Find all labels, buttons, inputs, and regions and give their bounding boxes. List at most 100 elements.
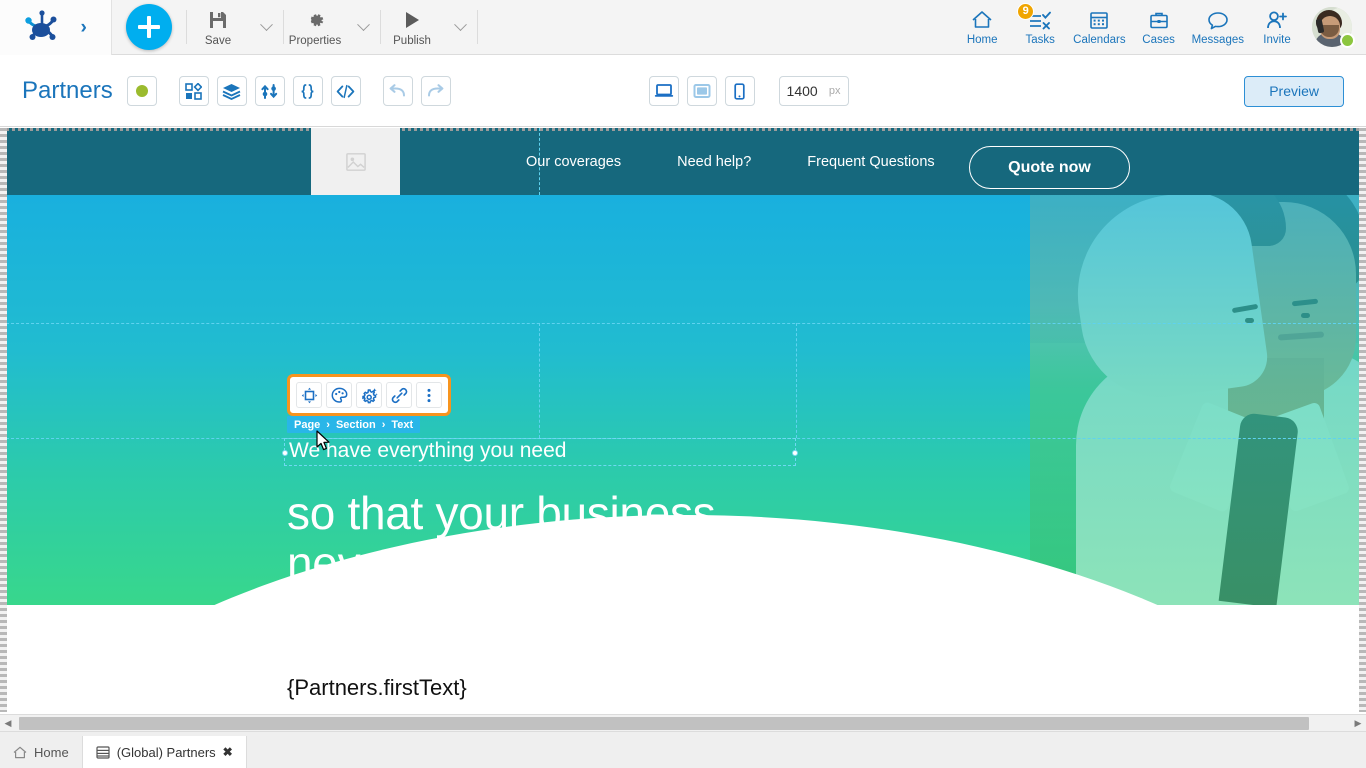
add-zone <box>112 0 186 55</box>
properties-label: Properties <box>288 34 342 47</box>
page-title: Partners <box>22 77 113 104</box>
properties-dropdown-caret[interactable] <box>346 0 380 55</box>
page-status-button[interactable] <box>126 76 157 106</box>
page-toolbar: Partners 1400 px Preview <box>0 56 1366 127</box>
hero-photo <box>1030 195 1366 605</box>
preview-button[interactable]: Preview <box>1244 75 1344 107</box>
redo-button[interactable] <box>420 76 451 106</box>
undo-button[interactable] <box>382 76 413 106</box>
nav-messages-label: Messages <box>1191 33 1244 46</box>
hero-headline-line2: never stops <box>287 537 522 589</box>
move-widget-button[interactable] <box>296 382 322 408</box>
horizontal-scrollbar[interactable]: ◀ ▶ <box>0 714 1366 731</box>
briefcase-icon <box>1148 9 1170 32</box>
top-nav: Home 9 Tasks Calendars Cases Messages In… <box>953 0 1366 55</box>
add-new-button[interactable] <box>126 4 172 50</box>
scrollbar-track[interactable] <box>16 715 1350 732</box>
save-label: Save <box>204 34 232 47</box>
mobile-icon <box>733 82 746 100</box>
expressions-button[interactable] <box>292 76 323 106</box>
canvas-width-value: 1400 <box>786 83 818 99</box>
publish-button[interactable]: Publish <box>381 0 443 55</box>
hero-headline[interactable]: so that your business never stops <box>287 488 716 589</box>
tab-global-partners-label: (Global) Partners <box>116 744 216 760</box>
status-online-indicator <box>1340 33 1355 48</box>
more-options-button[interactable] <box>416 382 442 408</box>
publish-dropdown-caret[interactable] <box>443 0 477 55</box>
tab-home[interactable]: Home <box>0 736 82 768</box>
resize-handle-right[interactable] <box>792 450 798 456</box>
tab-global-partners[interactable]: (Global) Partners ✖ <box>81 736 247 768</box>
curly-braces-icon <box>299 83 316 100</box>
widgets-button[interactable] <box>178 76 209 106</box>
home-icon <box>970 9 994 32</box>
properties-button[interactable]: Properties <box>284 0 346 55</box>
breadcrumb: Page › Section › Text <box>287 416 421 433</box>
mouse-cursor-icon <box>316 430 331 452</box>
site-nav: Our coverages Need help? Frequent Questi… <box>526 128 991 195</box>
breadcrumb-section[interactable]: Section <box>336 419 376 431</box>
site-nav-link-3[interactable]: Frequent Questions <box>807 154 934 170</box>
main-toolbar: › Save Properties Publish Home 9 Tasks C… <box>0 0 1366 55</box>
save-group: Save <box>187 0 283 55</box>
avatar[interactable] <box>1312 7 1355 48</box>
publish-group: Publish <box>381 0 477 55</box>
resize-handle-left[interactable] <box>282 450 288 456</box>
layers-button[interactable] <box>216 76 247 106</box>
nav-messages[interactable]: Messages <box>1188 0 1248 55</box>
nav-invite-label: Invite <box>1263 33 1291 46</box>
nav-calendars[interactable]: Calendars <box>1069 0 1129 55</box>
move-resize-icon <box>301 387 318 404</box>
link-button[interactable] <box>386 382 412 408</box>
quote-now-button[interactable]: Quote now <box>969 146 1130 189</box>
form-icon <box>96 745 110 759</box>
nav-invite[interactable]: Invite <box>1248 0 1306 55</box>
tab-close-icon[interactable]: ✖ <box>223 745 233 759</box>
design-canvas[interactable]: Our coverages Need help? Frequent Questi… <box>0 128 1366 712</box>
gear-icon <box>304 8 326 32</box>
breadcrumb-text[interactable]: Text <box>391 419 413 431</box>
save-button[interactable]: Save <box>187 0 249 55</box>
tab-home-label: Home <box>34 744 69 760</box>
canvas-left-edge <box>0 128 7 712</box>
canvas-width-input[interactable]: 1400 px <box>778 76 849 106</box>
site-logo-placeholder[interactable] <box>311 128 400 195</box>
breadcrumb-separator-2: › <box>381 418 386 431</box>
scroll-right-arrow-icon[interactable]: ▶ <box>1350 715 1366 732</box>
home-outline-icon <box>13 746 27 759</box>
expand-panel-icon[interactable]: › <box>80 18 86 37</box>
code-button[interactable] <box>330 76 361 106</box>
site-nav-link-2[interactable]: Need help? <box>677 154 751 170</box>
link-icon <box>391 387 408 404</box>
redo-arrow-icon <box>426 83 445 99</box>
device-mobile[interactable] <box>724 76 755 106</box>
nav-cases[interactable]: Cases <box>1130 0 1188 55</box>
template-variables-block[interactable]: {Partners.firstText} {Partners.secondTex… <box>287 671 502 712</box>
horizontal-guide-top <box>6 323 1366 324</box>
bottom-tabbar: Home (Global) Partners ✖ <box>0 731 1366 768</box>
style-button[interactable] <box>326 382 352 408</box>
device-desktop[interactable] <box>648 76 679 106</box>
breadcrumb-page[interactable]: Page <box>294 419 320 431</box>
nav-tasks[interactable]: 9 Tasks <box>1011 0 1069 55</box>
layers-icon <box>222 83 241 100</box>
save-dropdown-caret[interactable] <box>249 0 283 55</box>
device-preview-group: 1400 px <box>648 76 849 106</box>
canvas-right-edge <box>1359 128 1366 712</box>
device-tablet[interactable] <box>686 76 717 106</box>
person-add-icon <box>1265 9 1289 32</box>
breadcrumb-separator-1: › <box>326 418 330 431</box>
calendar-icon <box>1088 9 1110 32</box>
data-button[interactable] <box>254 76 285 106</box>
scroll-left-arrow-icon[interactable]: ◀ <box>0 715 16 732</box>
tasks-badge: 9 <box>1017 2 1035 20</box>
bizagi-logo-icon <box>24 10 60 44</box>
nav-home-label: Home <box>966 33 998 46</box>
play-icon <box>401 8 423 32</box>
variable-first-text: {Partners.firstText} <box>287 675 467 700</box>
settings-button[interactable] <box>356 382 382 408</box>
nav-home[interactable]: Home <box>953 0 1011 55</box>
site-nav-link-1[interactable]: Our coverages <box>526 154 621 170</box>
properties-group: Properties <box>284 0 380 55</box>
scrollbar-thumb[interactable] <box>19 716 1309 730</box>
